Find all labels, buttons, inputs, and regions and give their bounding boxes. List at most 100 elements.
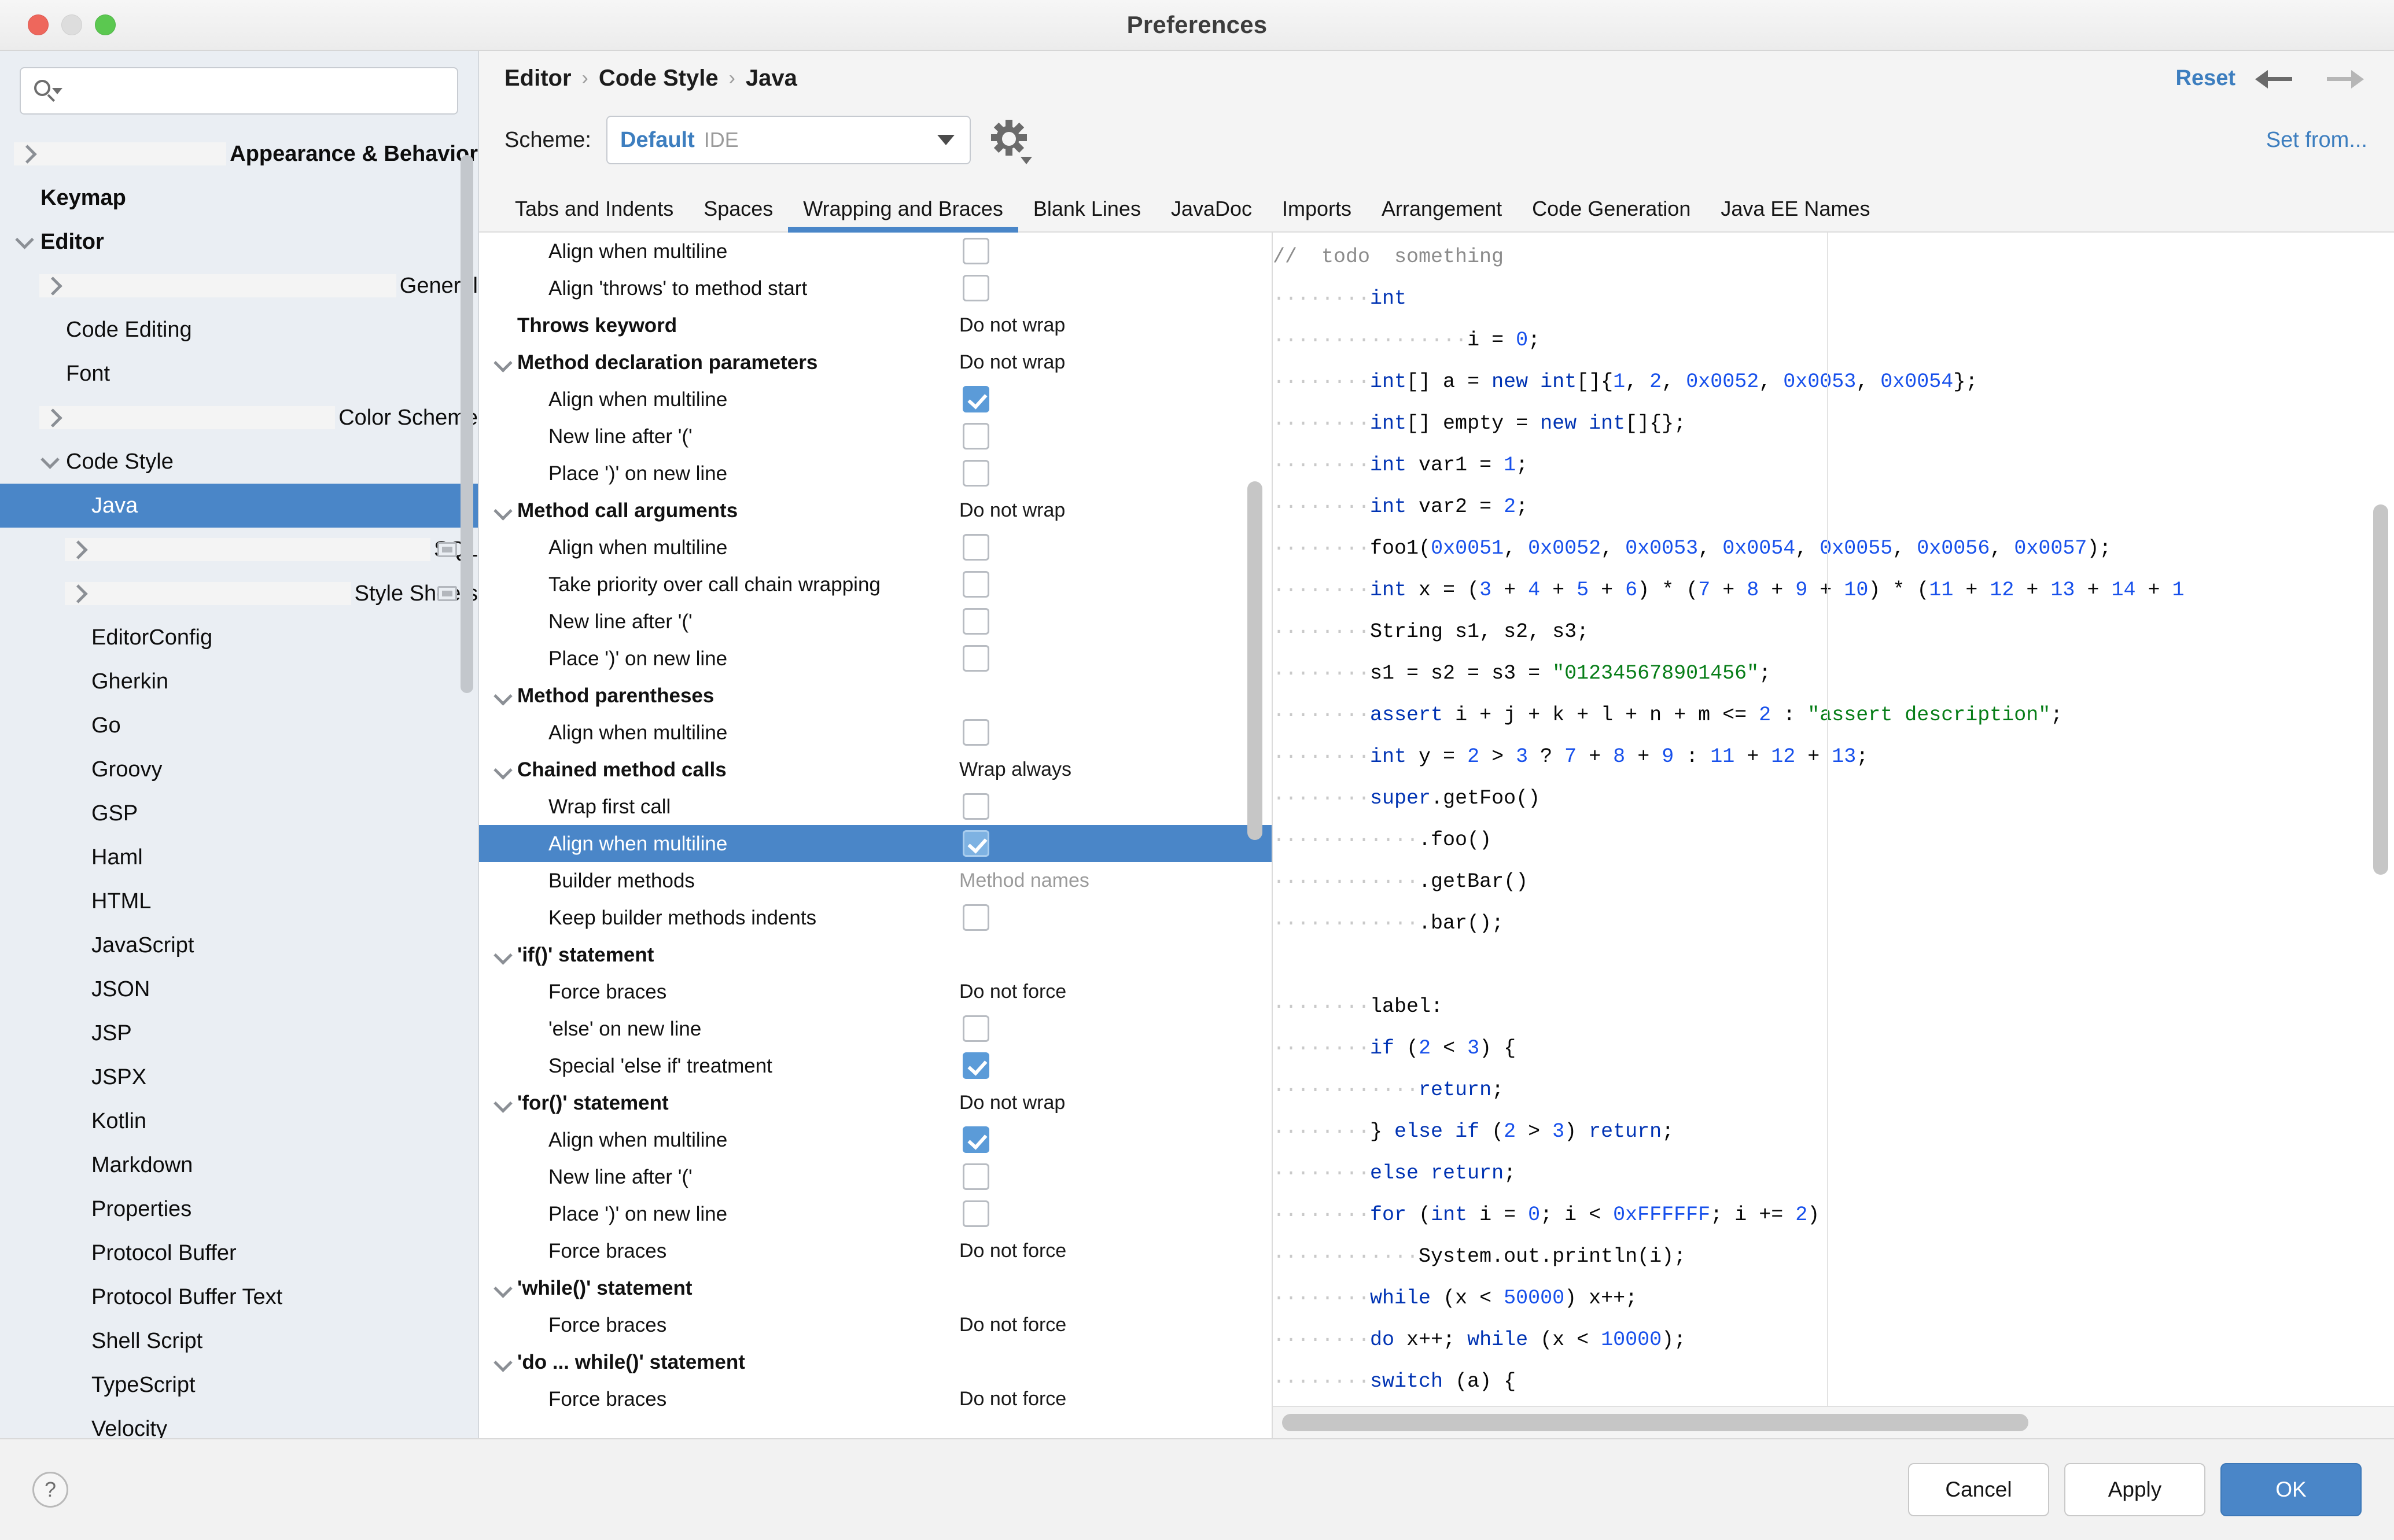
code-horizontal-scrollbar-track[interactable] (1273, 1406, 2394, 1438)
sidebar-item-editor[interactable]: Editor (0, 220, 478, 264)
code-horizontal-scrollbar-thumb[interactable] (1282, 1414, 2028, 1431)
sidebar-item-code-editing[interactable]: Code Editing (0, 308, 478, 352)
chevron-right-icon[interactable] (65, 538, 430, 561)
setting-value[interactable]: Method names (959, 870, 1089, 892)
settings-row[interactable]: New line after '(' (479, 1158, 1272, 1195)
chevron-down-icon[interactable] (14, 230, 37, 253)
chevron-right-icon[interactable] (39, 406, 336, 429)
setting-checkbox[interactable] (963, 719, 989, 746)
code-vertical-scrollbar[interactable] (2373, 504, 2388, 875)
settings-row[interactable]: Align when multiline (479, 714, 1272, 751)
chevron-down-icon[interactable] (491, 1084, 517, 1121)
setting-checkbox[interactable] (963, 238, 989, 264)
settings-row[interactable]: Align when multiline (479, 381, 1272, 418)
chevron-down-icon[interactable] (39, 450, 62, 473)
chevron-down-icon[interactable] (491, 677, 517, 714)
sidebar-item-gsp[interactable]: GSP (0, 791, 478, 835)
sidebar-item-html[interactable]: HTML (0, 879, 478, 923)
chevron-down-icon[interactable] (491, 1343, 517, 1380)
chevron-down-icon[interactable] (491, 344, 517, 381)
settings-row[interactable]: 'do ... while()' statement (479, 1343, 1272, 1380)
back-arrow-icon[interactable] (2252, 61, 2301, 95)
scheme-select[interactable]: Default IDE (606, 116, 971, 164)
settings-scrollbar[interactable] (1247, 481, 1262, 840)
setting-checkbox[interactable] (963, 460, 989, 487)
sidebar-item-code-style[interactable]: Code Style (0, 440, 478, 484)
chevron-down-icon[interactable] (491, 492, 517, 529)
tab-code-generation[interactable]: Code Generation (1517, 197, 1706, 231)
sidebar-item-appearance-behavior[interactable]: Appearance & Behavior (0, 132, 478, 176)
sidebar-item-markdown[interactable]: Markdown (0, 1143, 478, 1187)
apply-button[interactable]: Apply (2064, 1463, 2205, 1516)
settings-row[interactable]: 'else' on new line (479, 1010, 1272, 1047)
reset-button[interactable]: Reset (2176, 66, 2236, 91)
settings-row[interactable]: Force braces Do not force (479, 1232, 1272, 1269)
sidebar-item-general[interactable]: General (0, 264, 478, 308)
tab-wrapping-and-braces[interactable]: Wrapping and Braces (788, 197, 1018, 233)
setting-checkbox[interactable] (963, 904, 989, 931)
settings-row[interactable]: Force braces Do not force (479, 1306, 1272, 1343)
breadcrumb-item[interactable]: Editor (504, 65, 572, 91)
setting-value[interactable]: Do not force (959, 1240, 1066, 1262)
settings-row[interactable]: Align when multiline (479, 1121, 1272, 1158)
setting-checkbox[interactable] (963, 793, 989, 820)
setting-checkbox[interactable] (963, 534, 989, 561)
settings-row[interactable]: Throws keyword Do not wrap (479, 307, 1272, 344)
sidebar-item-groovy[interactable]: Groovy (0, 747, 478, 791)
settings-row[interactable]: Chained method calls Wrap always (479, 751, 1272, 788)
tab-java-ee-names[interactable]: Java EE Names (1706, 197, 1885, 231)
sidebar-scrollbar[interactable] (461, 155, 473, 693)
sidebar-item-jspx[interactable]: JSPX (0, 1055, 478, 1099)
tab-javadoc[interactable]: JavaDoc (1156, 197, 1267, 231)
settings-row[interactable]: Align when multiline (479, 825, 1272, 862)
settings-row[interactable]: Force braces Do not force (479, 973, 1272, 1010)
settings-row[interactable]: Align when multiline (479, 233, 1272, 270)
setting-checkbox[interactable] (963, 571, 989, 598)
settings-row[interactable]: 'for()' statement Do not wrap (479, 1084, 1272, 1121)
sidebar-item-editorconfig[interactable]: EditorConfig (0, 616, 478, 660)
help-button[interactable]: ? (32, 1472, 68, 1508)
setting-checkbox[interactable] (963, 1163, 989, 1190)
settings-row[interactable]: Keep builder methods indents (479, 899, 1272, 936)
setting-checkbox[interactable] (963, 645, 989, 672)
sidebar-item-protocol-buffer[interactable]: Protocol Buffer (0, 1231, 478, 1275)
settings-row[interactable]: Align 'throws' to method start (479, 270, 1272, 307)
chevron-right-icon[interactable] (65, 582, 351, 605)
forward-arrow-icon[interactable] (2318, 61, 2367, 95)
tab-blank-lines[interactable]: Blank Lines (1018, 197, 1156, 231)
setting-value[interactable]: Do not force (959, 1314, 1066, 1336)
sidebar-item-shell-script[interactable]: Shell Script (0, 1319, 478, 1363)
setting-value[interactable]: Do not force (959, 981, 1066, 1003)
setting-value[interactable]: Do not force (959, 1388, 1066, 1410)
chevron-down-icon[interactable] (491, 751, 517, 788)
sidebar-item-haml[interactable]: Haml (0, 835, 478, 879)
setting-value[interactable]: Do not wrap (959, 499, 1065, 522)
chevron-down-icon[interactable] (491, 936, 517, 973)
settings-row[interactable]: Wrap first call (479, 788, 1272, 825)
settings-row[interactable]: 'if()' statement (479, 936, 1272, 973)
sidebar-item-keymap[interactable]: Keymap (0, 176, 478, 220)
setting-checkbox[interactable] (963, 830, 989, 857)
set-from-button[interactable]: Set from... (2266, 128, 2367, 153)
breadcrumb-item[interactable]: Code Style (599, 65, 719, 91)
setting-value[interactable]: Do not wrap (959, 351, 1065, 374)
settings-row[interactable]: Align when multiline (479, 529, 1272, 566)
settings-row[interactable]: New line after '(' (479, 603, 1272, 640)
settings-row[interactable]: Method call arguments Do not wrap (479, 492, 1272, 529)
setting-value[interactable]: Do not wrap (959, 1092, 1065, 1114)
setting-checkbox[interactable] (963, 1015, 989, 1042)
settings-row[interactable]: Special 'else if' treatment (479, 1047, 1272, 1084)
settings-row[interactable]: Force braces Do not force (479, 1380, 1272, 1417)
tab-spaces[interactable]: Spaces (688, 197, 788, 231)
tab-arrangement[interactable]: Arrangement (1367, 197, 1517, 231)
settings-row[interactable]: New line after '(' (479, 418, 1272, 455)
breadcrumb-item[interactable]: Java (746, 65, 797, 91)
sidebar-item-java[interactable]: Java (0, 484, 478, 528)
search-input[interactable] (62, 79, 445, 102)
setting-checkbox[interactable] (963, 608, 989, 635)
setting-checkbox[interactable] (963, 1126, 989, 1153)
cancel-button[interactable]: Cancel (1908, 1463, 2049, 1516)
chevron-right-icon[interactable] (14, 142, 227, 165)
tab-tabs-and-indents[interactable]: Tabs and Indents (500, 197, 688, 231)
settings-row[interactable]: Builder methods Method names (479, 862, 1272, 899)
